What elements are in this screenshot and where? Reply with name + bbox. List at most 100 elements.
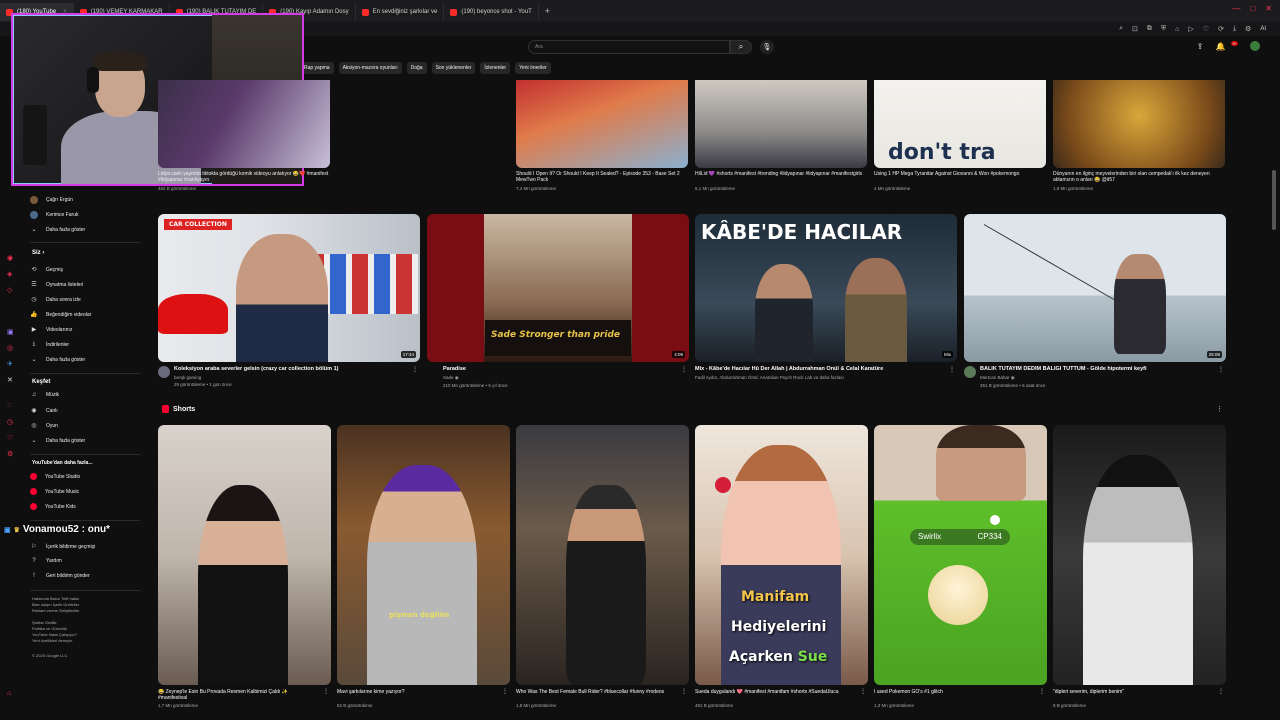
video-card[interactable]: KÂBE'DE HACILAR Mix Mix - Kâbe'de Hacıla… [695,214,957,380]
sidebar-item-show-more[interactable]: ⌄ Daha fazla göster [30,356,85,364]
sidebar-item-live[interactable]: ◉ Canlı [30,407,57,415]
short-card[interactable]: 😂 Zeynep'le Esin Bu Provada Resmen Kalbi… [158,425,331,708]
chip[interactable]: Aksiyon-macera oyunları [338,62,402,74]
rail-icon[interactable]: ◎ [7,344,13,352]
rail-icon[interactable]: ◇ [7,286,12,294]
short-card[interactable]: Manifam Hediyelerini Açarken Sue Sueda d… [695,425,868,708]
chip[interactable]: Rap yapma [300,62,334,74]
sidebar-item-gaming[interactable]: ◎ Oyun [30,422,58,430]
extension-icon[interactable]: ⧉ [1147,25,1152,33]
sidebar-item-show-more[interactable]: ⌄ Daha fazla göster [30,226,85,234]
rail-icon[interactable]: ⚙ [7,450,13,458]
download-icon[interactable]: ⤓ [1233,25,1236,33]
short-title[interactable]: "dipleri severim, diplerim benim" [1053,689,1213,701]
video-card[interactable]: Dünyanın en ilginç meyvelerinden biri ol… [1053,80,1225,191]
sidebar-item-subscription[interactable]: Çağrı Ergün [30,196,73,204]
shield-icon[interactable]: ⛨ [1161,25,1166,33]
video-card[interactable]: Should I Open It? Or Should I Keep It Se… [516,80,688,191]
short-thumbnail[interactable]: pişman değilim [337,425,510,685]
short-card[interactable]: pişman değilim Mavi şarkılarıne kime yaz… [337,425,510,708]
video-thumbnail[interactable]: CAR COLLECTION 17:44 [158,214,420,362]
more-options-icon[interactable]: ⋮ [323,688,329,695]
video-thumbnail[interactable] [695,80,867,168]
channel-name[interactable]: Sade ◉ [443,375,689,381]
chip[interactable]: İzlenenler [480,62,511,74]
footer-links[interactable]: Şartlar Gizlilik Politika ve Güvenlik Yo… [32,620,77,644]
more-options-icon[interactable]: ⋮ [860,688,866,695]
video-card[interactable]: don't tra Using 1 HP Mega Tyranitar Agai… [874,80,1046,191]
short-title[interactable]: Mavi şarkılarıne kime yazıyor? [337,689,497,701]
rail-icon[interactable]: ◌ [7,402,11,409]
rail-icon[interactable]: ♡ [7,434,13,442]
video-thumbnail[interactable] [1053,80,1225,168]
more-options-icon[interactable]: ⋮ [1218,366,1224,373]
sidebar-item-feedback[interactable]: ! Geri bildirim gönder [30,573,89,579]
video-card[interactable]: 25:08 BALIK TUTAYIM DEDİM BALIĞI TUTTUM … [964,214,1226,388]
video-title[interactable]: Using 1 HP Mega Tyranitar Against Giovan… [874,171,1046,183]
scrollbar[interactable] [1272,170,1276,230]
more-options-icon[interactable]: ⋮ [681,688,687,695]
sidebar-item-youtube-studio[interactable]: YouTube Studio [30,473,80,480]
chip[interactable]: Doğa [406,62,427,74]
chip[interactable]: Yeni öneriler [515,62,551,74]
rail-icon[interactable]: ◷ [7,418,13,426]
rail-icon[interactable]: ✈ [7,360,13,368]
sidebar-item-watch-later[interactable]: ◷ Daha sonra izle [30,296,80,304]
video-title[interactable]: BALIK TUTAYIM DEDİM BALIĞI TUTTUM - Göld… [980,366,1210,373]
short-title[interactable]: 😂 Zeynep'le Esin Bu Provada Resmen Kalbi… [158,689,318,701]
section-heading-you[interactable]: Siz › [32,250,44,256]
more-options-icon[interactable]: ⋮ [502,688,508,695]
video-title[interactable]: Dünyanın en ilginç meyvelerinden biri ol… [1053,171,1225,183]
short-thumbnail[interactable]: Manifam Hediyelerini Açarken Sue [695,425,868,685]
more-options-icon[interactable]: ⋮ [681,366,687,373]
sidebar-item-youtube-kids[interactable]: YouTube Kids [30,503,76,510]
rail-icon[interactable]: ▣ [7,328,14,336]
sync-icon[interactable]: ⟳ [1218,25,1224,33]
sidebar-item-subscription[interactable]: Kerimce Faruk [30,211,79,219]
short-title[interactable]: I used Pokemon GO's #1 glitch [874,689,1034,701]
search-input[interactable]: Ara [528,40,730,54]
play-icon[interactable]: ▷ [1188,25,1193,33]
shopping-icon[interactable]: ⌂ [1175,26,1179,33]
short-thumbnail[interactable]: Swirlix CP334 [874,425,1047,685]
video-card[interactable]: HilLid 💜 #shorts #manifest #trending #li… [695,80,867,191]
more-options-icon[interactable]: ⋮ [949,366,955,373]
sidebar-item-playlists[interactable]: ☰ Oynatma listeleri [30,281,83,289]
video-card[interactable]: CAR COLLECTION 17:44 Koleksiyon araba se… [158,214,420,387]
video-title[interactable]: Mix - Kâbe'de Hacılar Hû Der Allah | Abd… [695,366,925,373]
rail-icon[interactable]: ✕ [7,376,13,384]
browser-tab[interactable]: En sevdiğiniz şarkılar ve [356,3,445,21]
rail-icon[interactable]: ◈ [7,270,12,278]
sidebar-item-liked-videos[interactable]: 👍 Beğendiğim videolar [30,311,91,319]
video-title[interactable]: HilLid 💜 #shorts #manifest #trending #li… [695,171,867,183]
short-thumbnail[interactable] [158,425,331,685]
settings-icon[interactable]: ⚙ [1245,25,1251,33]
sidebar-item-history[interactable]: ⟲ Geçmiş [30,266,62,274]
short-card[interactable]: Who Was The Best Female Bull Rider? #blu… [516,425,689,708]
upload-icon[interactable]: ⇪ [1197,42,1204,51]
video-title[interactable]: Lidya canlı yayında tiktokta gördüğü kom… [158,171,330,183]
short-title[interactable]: Sueda duygulandı 💖 #manifest #manifam #s… [695,689,855,701]
more-options-icon[interactable]: ⋮ [1039,688,1045,695]
channel-name[interactable]: berqk gaming [174,375,420,380]
sidebar-item-music[interactable]: ♫ Müzik [30,392,59,398]
video-thumbnail[interactable]: don't tra [874,80,1046,168]
bell-icon[interactable]: 🔔 [1215,42,1225,51]
channel-name[interactable]: Mertcan Bahar ◉ [980,375,1226,381]
more-options-icon[interactable]: ⋮ [412,366,418,373]
rail-icon[interactable]: ⌂ [7,690,11,697]
browser-tab[interactable]: (190) beyonce shot - YouT [444,3,539,21]
chip[interactable]: Son yüklenenler [431,62,476,74]
video-thumbnail[interactable] [516,80,688,168]
short-title[interactable]: Who Was The Best Female Bull Rider? #blu… [516,689,676,701]
maximize-icon[interactable]: □ [1250,4,1255,13]
channel-avatar[interactable] [964,366,976,378]
bookmark-icon[interactable]: ⊡ [1132,25,1138,33]
heart-icon[interactable]: ♡ [1203,25,1209,33]
short-thumbnail[interactable] [1053,425,1226,685]
more-options-icon[interactable]: ⋮ [1216,405,1223,413]
sidebar-item-report-history[interactable]: ⚐ İçerik bildirme geçmişi [30,543,95,551]
sidebar-item-youtube-music[interactable]: YouTube Music [30,488,79,495]
new-tab-icon[interactable]: + [545,6,550,16]
video-thumbnail[interactable]: KÂBE'DE HACILAR Mix [695,214,957,362]
